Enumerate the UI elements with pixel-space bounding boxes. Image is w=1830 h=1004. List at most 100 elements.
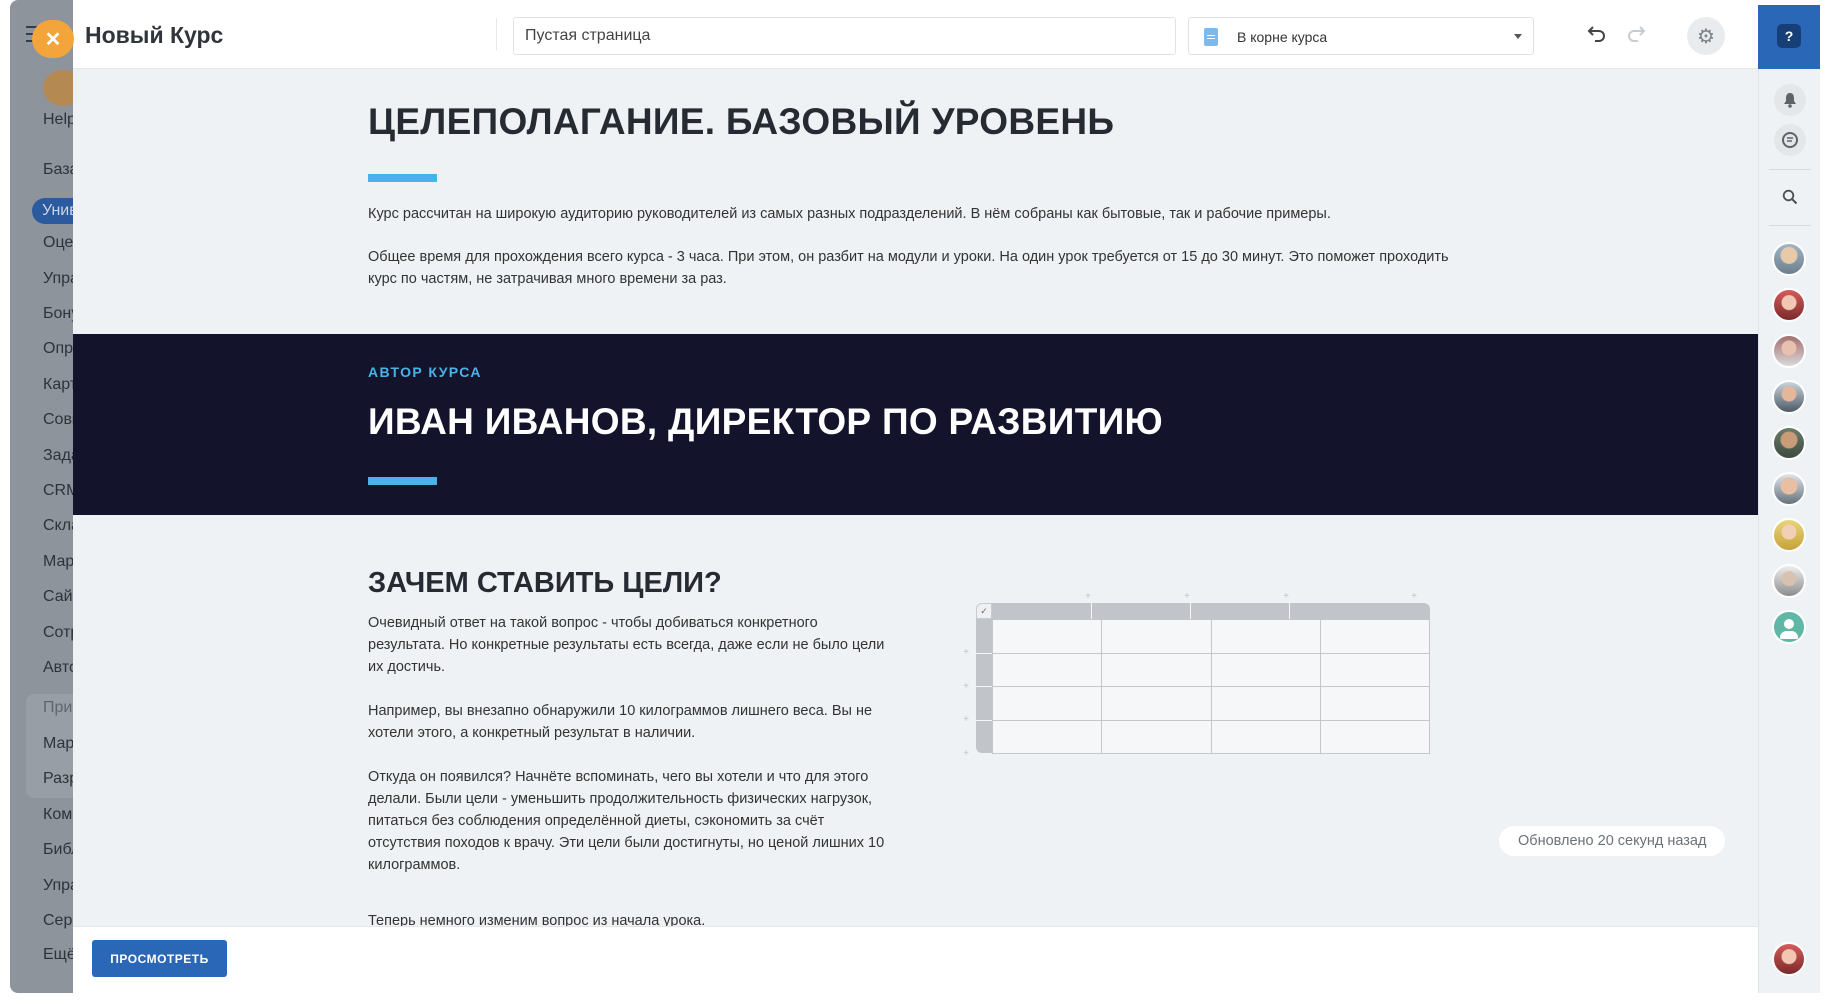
table-cell[interactable]: [1210, 619, 1321, 654]
right-rail-bottom: [1758, 926, 1820, 993]
table-cell[interactable]: [1210, 652, 1321, 687]
intro-block[interactable]: ЦЕЛЕПОЛАГАНИЕ. БАЗОВЫЙ УРОВЕНЬ Курс расс…: [73, 69, 1758, 334]
intro-paragraph: Курс рассчитан на широкую аудиторию руко…: [368, 206, 1331, 222]
table-row: [991, 719, 1431, 754]
chevron-down-icon: [1514, 34, 1522, 39]
table-cell[interactable]: [991, 652, 1103, 687]
page-name-input[interactable]: [513, 17, 1176, 55]
bg-nav-item: Help: [43, 111, 76, 128]
table-cell[interactable]: [1319, 652, 1431, 687]
row-divider: [976, 686, 992, 687]
why-goals-paragraph: Например, вы внезапно обнаружили 10 кило…: [368, 703, 873, 741]
author-title: ИВАН ИВАНОВ, ДИРЕКТОР ПО РАЗВИТИЮ: [368, 401, 1163, 442]
undo-button[interactable]: [1587, 24, 1607, 46]
table-cell[interactable]: [1101, 719, 1212, 754]
avatar[interactable]: [1772, 472, 1806, 506]
table-cell[interactable]: [991, 686, 1103, 721]
help-button[interactable]: ?: [1777, 24, 1801, 48]
settings-button[interactable]: ⚙: [1687, 17, 1725, 55]
redo-icon: [1628, 26, 1646, 42]
user-default-avatar-icon[interactable]: [1772, 610, 1806, 644]
bg-nav-item: Оце: [43, 234, 74, 251]
lesson-content: ЦЕЛЕПОЛАГАНИЕ. БАЗОВЫЙ УРОВЕНЬ Курс расс…: [73, 69, 1758, 926]
avatar[interactable]: [1772, 564, 1806, 598]
table-column-header[interactable]: [992, 603, 1430, 619]
why-goals-paragraph: Откуда он появился? Начнёте вспоминать, …: [368, 769, 885, 873]
author-accent-bar: [368, 477, 437, 485]
lesson-title: ЦЕЛЕПОЛАГАНИЕ. БАЗОВЫЙ УРОВЕНЬ: [368, 101, 1115, 142]
editor-header: Новый Курс В корне курса ⚙: [73, 0, 1759, 69]
why-goals-paragraph: Очевидный ответ на такой вопрос - чтобы …: [368, 615, 885, 675]
parent-section-select[interactable]: В корне курса: [1188, 17, 1534, 55]
table-row: [991, 686, 1431, 721]
document-icon: [1204, 28, 1218, 46]
bg-nav-item: Карт: [43, 376, 78, 393]
right-rail: [1758, 69, 1820, 993]
gear-icon: ⚙: [1697, 25, 1715, 48]
search-icon: [1782, 189, 1798, 205]
table-row: [991, 619, 1431, 654]
autosave-status: Обновлено 20 секунд назад: [1499, 826, 1726, 856]
avatar[interactable]: [1772, 426, 1806, 460]
table-cell[interactable]: [1210, 686, 1321, 721]
intro-paragraph-line: Общее время для прохождения всего курса …: [368, 249, 1449, 265]
bg-nav-item: При: [43, 699, 73, 716]
add-column-icon[interactable]: +: [1408, 591, 1420, 603]
title-accent-bar: [368, 174, 437, 182]
notifications-button[interactable]: [1774, 84, 1806, 116]
table-cell[interactable]: [1210, 719, 1321, 754]
table-cell[interactable]: [1101, 619, 1212, 654]
bg-nav-item: Мар: [43, 735, 75, 752]
avatar[interactable]: [1772, 242, 1806, 276]
bg-nav-item: Ком: [43, 806, 73, 823]
search-button[interactable]: [1774, 181, 1806, 213]
table-cell[interactable]: [1101, 652, 1212, 687]
why-goals-block[interactable]: ЗАЧЕМ СТАВИТЬ ЦЕЛИ? Очевидный ответ на т…: [73, 515, 1758, 926]
help-panel: ?: [1758, 5, 1820, 69]
rail-divider: [1769, 169, 1811, 170]
add-column-icon[interactable]: +: [1181, 591, 1193, 603]
table-select-all[interactable]: ✓: [976, 603, 992, 619]
table-cell[interactable]: [1319, 719, 1431, 754]
intro-paragraph-line: курс по частям, не затрачивая много врем…: [368, 271, 727, 287]
bg-nav-item: Ещё: [43, 946, 76, 963]
header-divider: [496, 18, 497, 50]
avatar[interactable]: [1772, 380, 1806, 414]
why-goals-paragraph: Теперь немного изменим вопрос из начала …: [368, 913, 706, 926]
row-divider: [976, 720, 992, 721]
table-grid[interactable]: [991, 619, 1431, 754]
help-icon: ?: [1784, 28, 1794, 44]
chat-button[interactable]: [1774, 124, 1806, 156]
course-title: Новый Курс: [85, 22, 224, 48]
add-row-icon[interactable]: +: [960, 714, 972, 726]
preview-button[interactable]: ПРОСМОТРЕТЬ: [92, 940, 227, 977]
add-row-icon[interactable]: +: [960, 748, 972, 760]
avatar[interactable]: [1772, 288, 1806, 322]
current-user-avatar[interactable]: [1772, 942, 1806, 976]
bell-icon: [1784, 93, 1796, 108]
add-row-icon[interactable]: +: [960, 681, 972, 693]
add-column-icon[interactable]: +: [1082, 591, 1094, 603]
close-slider-button[interactable]: ✕: [32, 20, 74, 58]
avatar[interactable]: [1772, 334, 1806, 368]
column-divider: [1091, 603, 1092, 619]
rail-divider: [1769, 225, 1811, 226]
chat-icon: [1782, 132, 1798, 148]
add-column-icon[interactable]: +: [1280, 591, 1292, 603]
why-goals-title: ЗАЧЕМ СТАВИТЬ ЦЕЛИ?: [368, 567, 722, 599]
table-cell[interactable]: [991, 719, 1103, 754]
table-cell[interactable]: [991, 619, 1103, 654]
add-row-icon[interactable]: +: [960, 647, 972, 659]
table-cell[interactable]: [1101, 686, 1212, 721]
table-cell[interactable]: [1319, 686, 1431, 721]
close-icon: ✕: [44, 28, 62, 51]
author-block[interactable]: АВТОР КУРСА ИВАН ИВАНОВ, ДИРЕКТОР ПО РАЗ…: [73, 334, 1758, 515]
row-divider: [976, 653, 992, 654]
table-cell[interactable]: [1319, 619, 1431, 654]
avatar[interactable]: [1772, 518, 1806, 552]
editor-footer: ПРОСМОТРЕТЬ: [73, 926, 1758, 993]
redo-button[interactable]: [1626, 24, 1646, 46]
undo-icon: [1587, 26, 1605, 42]
parent-section-value: В корне курса: [1237, 29, 1328, 45]
author-kicker: АВТОР КУРСА: [368, 364, 482, 380]
